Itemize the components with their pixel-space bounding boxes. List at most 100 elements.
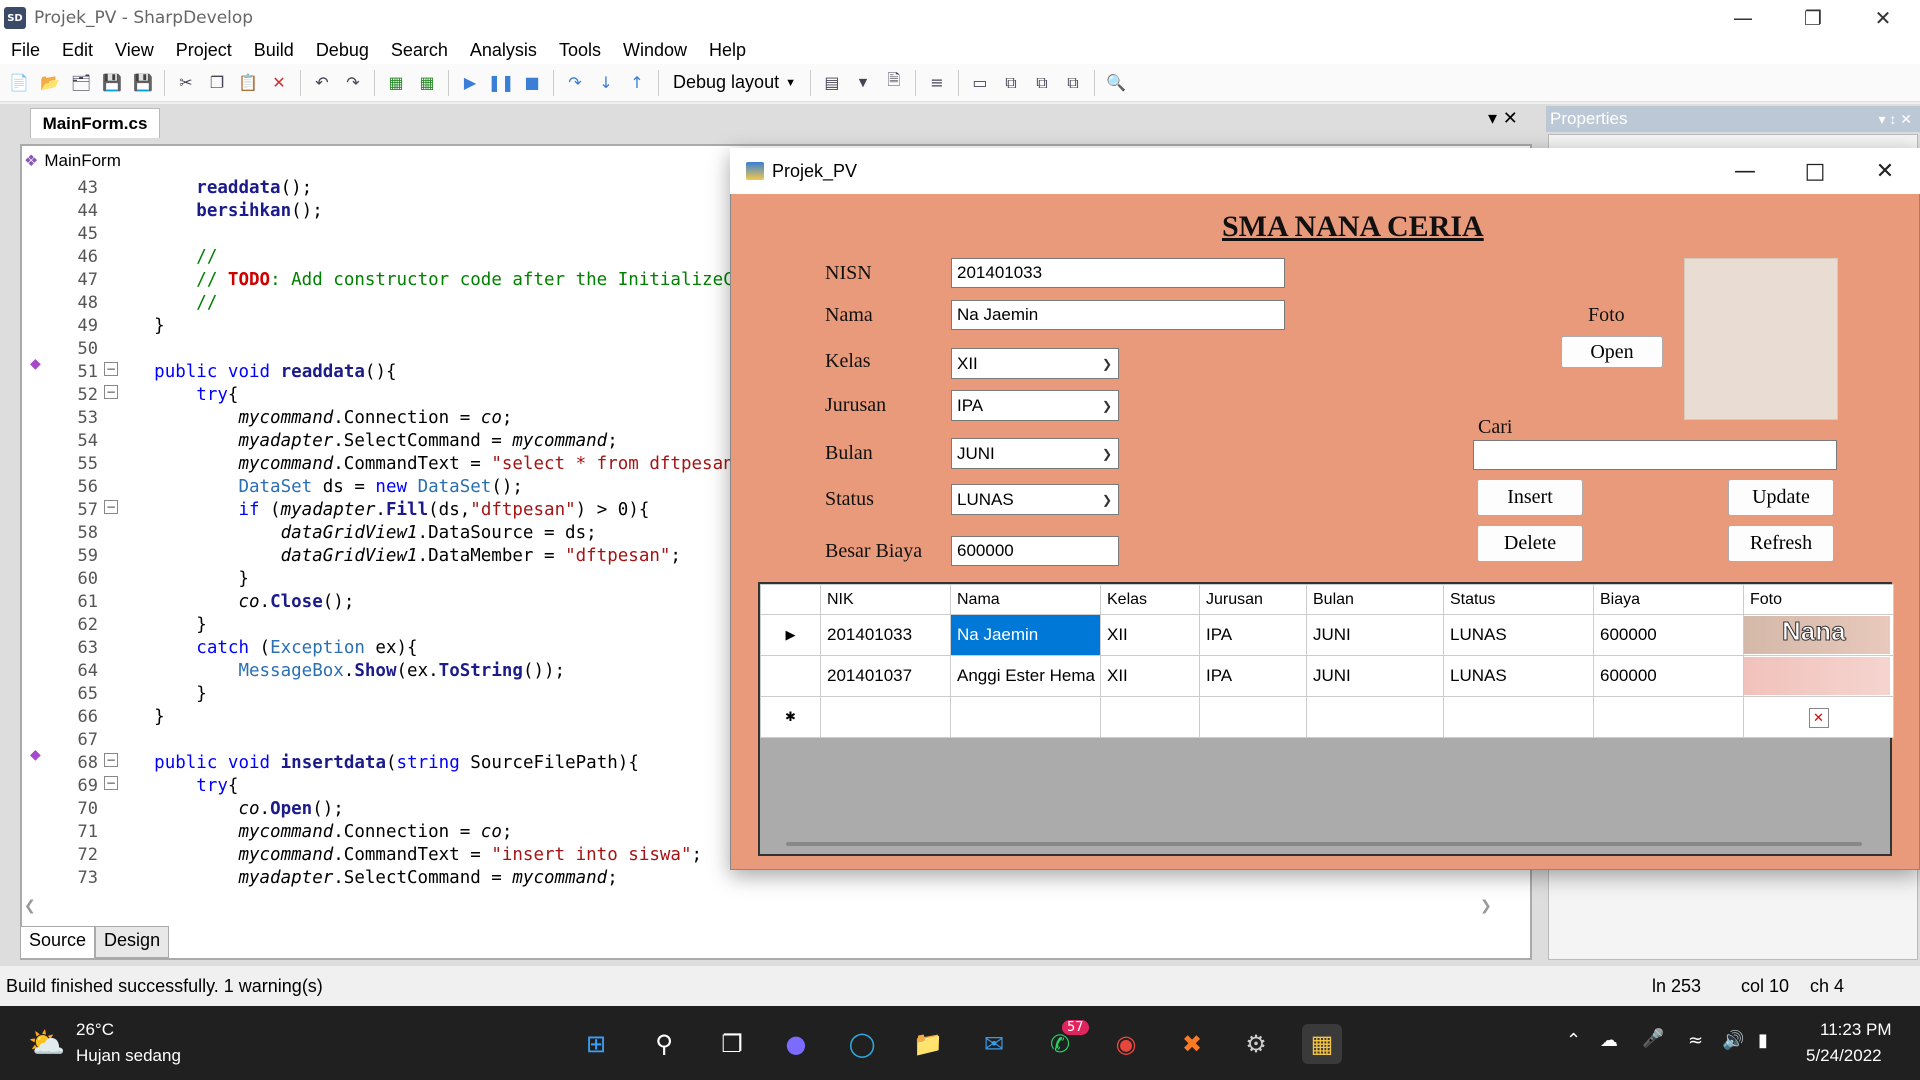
rebuild-icon[interactable]: ▦ (414, 70, 440, 96)
close-button[interactable]: ✕ (1854, 0, 1912, 36)
file-explorer-icon[interactable]: 📁 (908, 1024, 948, 1064)
grid-cell[interactable]: 201401037 (820, 655, 951, 697)
nama-field[interactable]: Na Jaemin (951, 300, 1285, 330)
menu-edit[interactable]: Edit (51, 40, 104, 61)
grid-cell[interactable] (1306, 696, 1444, 738)
grid-cell-selected[interactable]: Na Jaemin (950, 614, 1101, 656)
column-header[interactable]: Nama (950, 584, 1101, 615)
onedrive-icon[interactable]: ☁ (1600, 1030, 1618, 1051)
menu-view[interactable]: View (104, 40, 165, 61)
grid-cell[interactable]: LUNAS (1443, 614, 1594, 656)
grid-cell[interactable]: Anggi Ester Hema (950, 655, 1101, 697)
copy-icon[interactable]: ❐ (204, 70, 230, 96)
search-input[interactable] (1473, 440, 1837, 470)
projek-pv-taskbar-icon[interactable]: ▦ (1302, 1024, 1342, 1064)
minimize-button[interactable]: — (1714, 0, 1772, 36)
open-project-icon[interactable]: 🗂 (68, 70, 94, 96)
pause-icon[interactable]: ❚❚ (488, 70, 515, 96)
grid-cell[interactable]: JUNI (1306, 655, 1444, 697)
menu-window[interactable]: Window (612, 40, 698, 61)
update-button[interactable]: Update (1728, 479, 1834, 516)
menu-search[interactable]: Search (380, 40, 459, 61)
menu-file[interactable]: File (0, 40, 51, 61)
clock-date[interactable]: 5/24/2022 (1806, 1046, 1882, 1066)
edge-icon[interactable]: ◯ (842, 1024, 882, 1064)
start-icon[interactable]: ⊞ (576, 1024, 616, 1064)
volume-icon[interactable]: 🔊 (1722, 1030, 1744, 1051)
grid-cell[interactable]: JUNI (1306, 614, 1444, 656)
undo-icon[interactable]: ↶ (309, 70, 335, 96)
mail-icon[interactable]: ✉ (974, 1024, 1014, 1064)
tab-mainform-cs[interactable]: MainForm.cs (30, 108, 160, 138)
window-icon[interactable]: ▭ (967, 70, 993, 96)
grid-cell[interactable] (1593, 696, 1744, 738)
delete-button[interactable]: Delete (1477, 525, 1583, 562)
column-header[interactable]: Jurusan (1199, 584, 1307, 615)
current-row-icon[interactable]: ▶ (760, 614, 821, 656)
grid-horizontal-scrollbar[interactable] (786, 842, 1862, 846)
jurusan-select[interactable]: IPA ❯ (951, 390, 1119, 421)
column-header[interactable]: NIK (820, 584, 951, 615)
menu-analysis[interactable]: Analysis (459, 40, 548, 61)
step-over-icon[interactable]: ↷ (562, 70, 588, 96)
grid-cell[interactable] (1100, 696, 1200, 738)
build-icon[interactable]: ▦ (383, 70, 409, 96)
fold-toggle[interactable]: − (104, 362, 118, 376)
tab-list-icon[interactable]: ▾ (1488, 108, 1497, 129)
grid-cell[interactable]: 201401033 (820, 614, 951, 656)
step-into-icon[interactable]: ↓ (593, 70, 619, 96)
column-header[interactable]: Status (1443, 584, 1594, 615)
document-icon[interactable]: 🗎 (881, 70, 907, 96)
open-button[interactable]: Open (1561, 336, 1663, 368)
battery-icon[interactable]: ▮ (1758, 1030, 1768, 1051)
kelas-select[interactable]: XII ❯ (951, 348, 1119, 379)
scroll-left-icon[interactable]: ❮ (24, 898, 36, 914)
window-cascade-icon[interactable]: ⧉ (998, 70, 1024, 96)
window-close-all-icon[interactable]: ⧉ (1060, 70, 1086, 96)
clock-time[interactable]: 11:23 PM (1820, 1020, 1892, 1040)
column-header[interactable]: Kelas (1100, 584, 1200, 615)
menu-tools[interactable]: Tools (548, 40, 612, 61)
open-folder-icon[interactable]: 📂 (37, 70, 63, 96)
weather-desc[interactable]: Hujan sedang (76, 1046, 181, 1066)
paste-icon[interactable]: 📋 (235, 70, 261, 96)
grid-cell[interactable]: 600000 (1593, 655, 1744, 697)
step-out-icon[interactable]: ↑ (624, 70, 650, 96)
refresh-button[interactable]: Refresh (1728, 525, 1834, 562)
class-selector[interactable]: ❖ MainForm (24, 146, 724, 176)
scroll-right-icon[interactable]: ❯ (1480, 898, 1492, 914)
grid-cell[interactable]: IPA (1199, 614, 1307, 656)
form-close-button[interactable]: ✕ (1850, 148, 1920, 194)
menu-debug[interactable]: Debug (305, 40, 380, 61)
fold-toggle[interactable]: − (104, 776, 118, 790)
tray-chevron-icon[interactable]: ⌃ (1566, 1030, 1581, 1051)
redo-icon[interactable]: ↷ (340, 70, 366, 96)
search-icon[interactable]: ⚲ (644, 1024, 684, 1064)
layout-dropdown[interactable]: Debug layout ▼ (667, 69, 802, 97)
column-header[interactable]: Foto (1743, 584, 1894, 615)
indent-icon[interactable]: ≡ (924, 70, 950, 96)
teams-chat-icon[interactable]: ● (776, 1024, 816, 1064)
save-all-icon[interactable]: 💾 (130, 70, 156, 96)
grid-cell-photo[interactable]: ✕ (1743, 696, 1894, 738)
close-tab-icon[interactable]: ✕ (1503, 108, 1518, 129)
table-row[interactable]: ▶ 201401033 Na Jaemin XII IPA JUNI LUNAS… (760, 614, 1894, 656)
grid-cell[interactable] (1443, 696, 1594, 738)
biaya-field[interactable]: 600000 (951, 536, 1119, 566)
dropdown-arrow-icon[interactable]: ▼ (850, 70, 876, 96)
nisn-field[interactable]: 201401033 (951, 258, 1285, 288)
form-minimize-button[interactable]: — (1710, 148, 1780, 194)
bulan-select[interactable]: JUNI ❯ (951, 438, 1119, 469)
new-row[interactable]: ✱ ✕ (760, 696, 1894, 738)
menu-project[interactable]: Project (165, 40, 243, 61)
tab-source[interactable]: Source (20, 926, 96, 958)
grid-cell[interactable] (950, 696, 1101, 738)
grid-cell[interactable]: IPA (1199, 655, 1307, 697)
menu-help[interactable]: Help (698, 40, 757, 61)
insert-button[interactable]: Insert (1477, 479, 1583, 516)
find-icon[interactable]: 🔍 (1103, 70, 1129, 96)
new-file-icon[interactable]: 📄 (6, 70, 32, 96)
restore-button[interactable]: ❐ (1784, 0, 1842, 36)
menu-build[interactable]: Build (243, 40, 305, 61)
status-select[interactable]: LUNAS ❯ (951, 484, 1119, 515)
